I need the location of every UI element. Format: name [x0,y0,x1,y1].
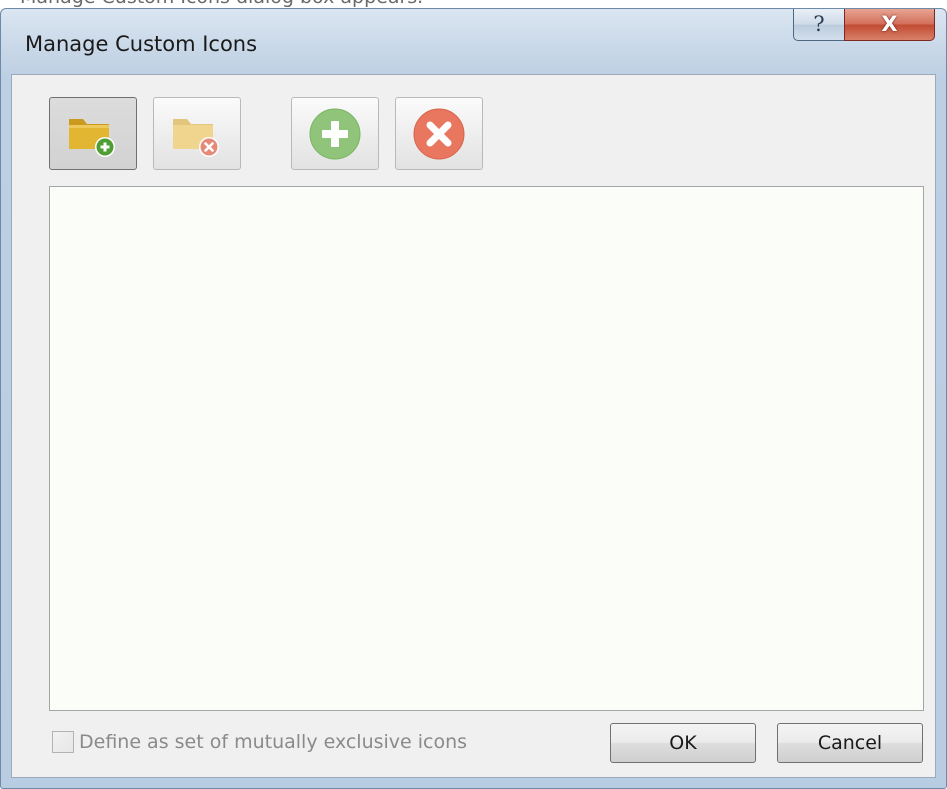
help-button[interactable]: ? [793,9,845,41]
mutually-exclusive-option[interactable]: Define as set of mutually exclusive icon… [52,731,467,753]
remove-icon-button[interactable] [395,97,483,170]
add-circle-icon [309,108,361,159]
remove-folder-button[interactable] [153,97,241,170]
help-icon: ? [813,12,825,36]
close-button[interactable]: X [844,9,935,41]
add-icon-button[interactable] [291,97,379,170]
folder-add-icon [69,118,115,157]
manage-custom-icons-dialog: Manage Custom Icons ? X Define as set of… [0,8,947,789]
dialog-footer: Define as set of mutually exclusive icon… [12,720,935,764]
folder-delete-icon [173,118,219,157]
background-caption-text: Manage Custom Icons dialog box appears. [20,0,423,8]
icon-list[interactable] [49,186,924,711]
mutually-exclusive-checkbox[interactable] [52,731,74,753]
remove-circle-icon [413,108,465,159]
cancel-button[interactable]: Cancel [777,723,923,763]
dialog-body: Define as set of mutually exclusive icon… [11,74,936,778]
mutually-exclusive-label: Define as set of mutually exclusive icon… [79,731,468,753]
close-icon: X [881,12,898,36]
dialog-title: Manage Custom Icons [25,32,258,56]
title-bar: Manage Custom Icons ? X [1,9,946,74]
ok-button[interactable]: OK [610,723,756,763]
add-folder-button[interactable] [49,97,137,170]
